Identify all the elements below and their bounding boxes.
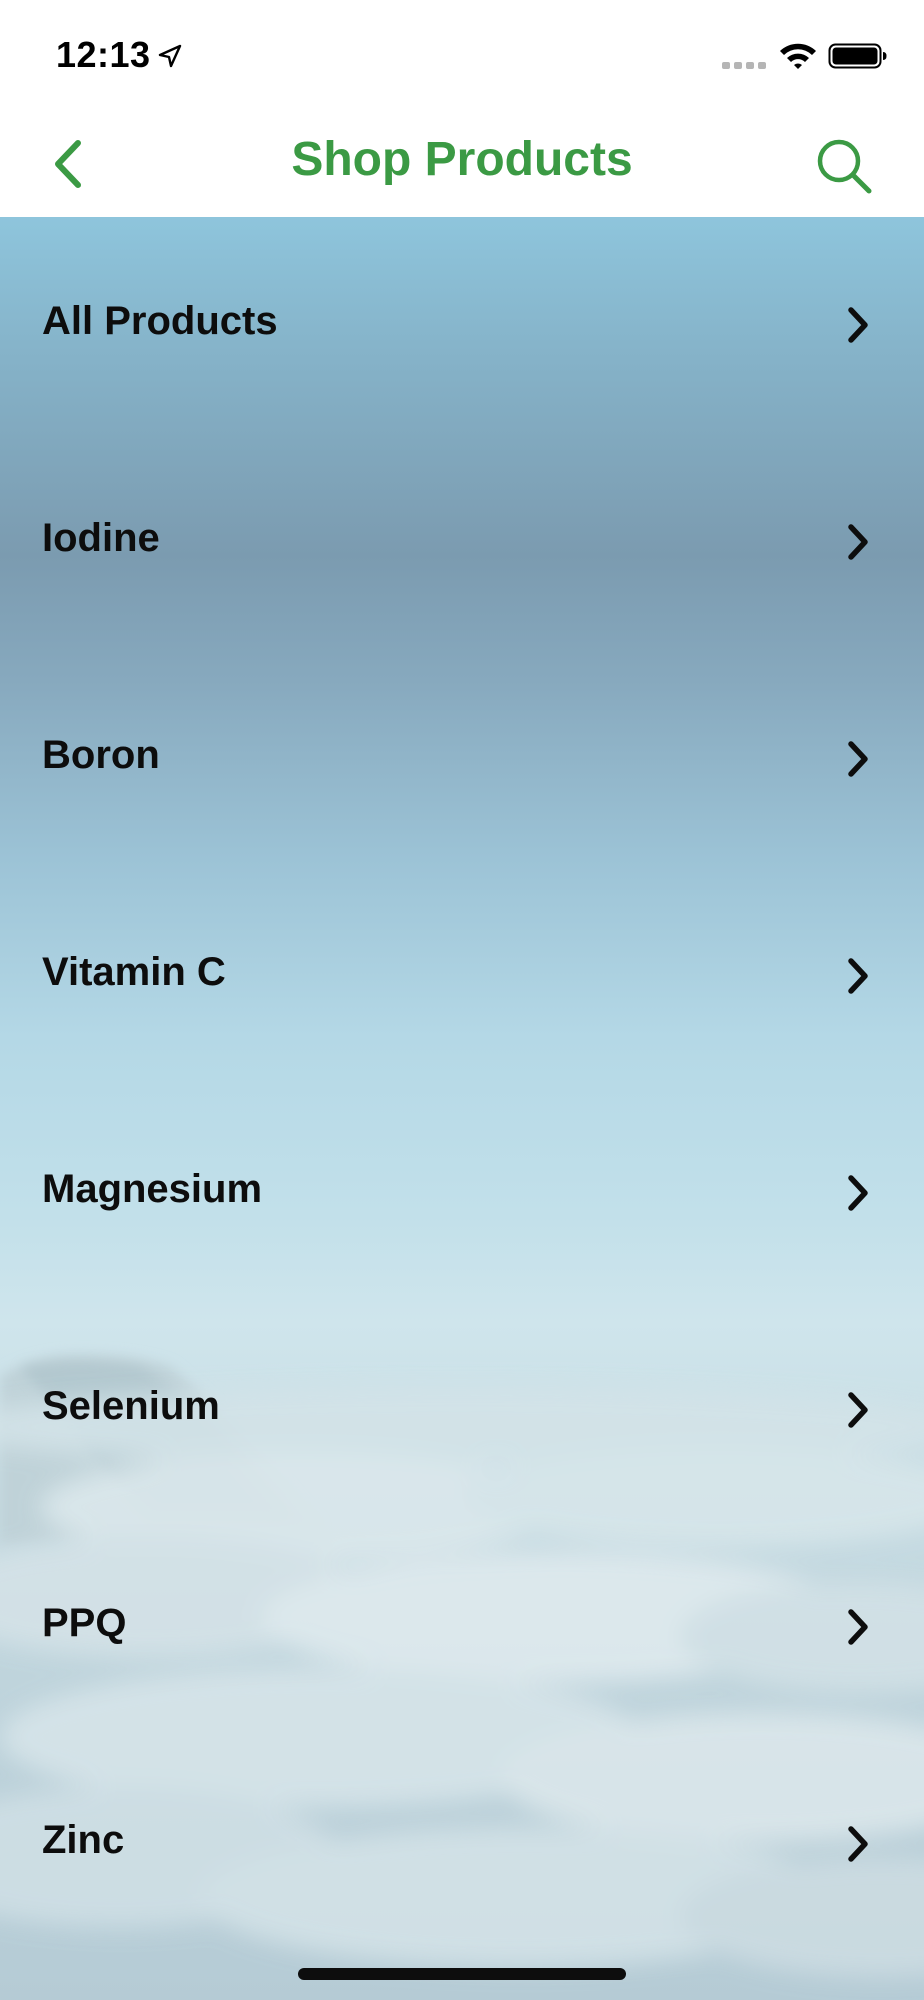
list-item-label: Vitamin C bbox=[42, 950, 226, 994]
status-time: 12:13 bbox=[56, 34, 151, 75]
list-item-label: Zinc bbox=[42, 1818, 125, 1862]
list-item-label: All Products bbox=[42, 299, 278, 343]
chevron-right-icon bbox=[848, 1609, 868, 1645]
list-item-label: Selenium bbox=[42, 1384, 220, 1428]
chevron-right-icon bbox=[848, 1826, 868, 1862]
chevron-right-icon bbox=[848, 1175, 868, 1211]
list-item-label: PPQ bbox=[42, 1601, 127, 1645]
cellular-signal-icon bbox=[722, 62, 766, 69]
nav-bar: Shop Products bbox=[0, 110, 924, 218]
chevron-right-icon bbox=[848, 524, 868, 560]
wifi-icon bbox=[780, 43, 816, 69]
chevron-right-icon bbox=[848, 307, 868, 343]
search-icon bbox=[817, 139, 872, 194]
battery-icon bbox=[828, 43, 887, 69]
list-item-all-products[interactable]: All Products bbox=[0, 217, 924, 434]
list-item-label: Iodine bbox=[42, 516, 160, 560]
list-item-selenium[interactable]: Selenium bbox=[0, 1302, 924, 1519]
page-title: Shop Products bbox=[291, 133, 633, 186]
list-item-iodine[interactable]: Iodine bbox=[0, 434, 924, 651]
home-indicator[interactable] bbox=[298, 1968, 626, 1980]
chevron-right-icon bbox=[848, 958, 868, 994]
list-item-boron[interactable]: Boron bbox=[0, 651, 924, 868]
list-item-zinc[interactable]: Zinc bbox=[0, 1736, 924, 1953]
list-item-vitamin-c[interactable]: Vitamin C bbox=[0, 868, 924, 1085]
list-item-label: Magnesium bbox=[42, 1167, 263, 1211]
chevron-right-icon bbox=[848, 1392, 868, 1428]
list-item-label: Boron bbox=[42, 733, 160, 777]
search-button[interactable] bbox=[812, 134, 876, 198]
chevron-right-icon bbox=[848, 741, 868, 777]
location-arrow-icon bbox=[158, 44, 182, 68]
product-list: All Products Iodine Boron Vitamin C Magn… bbox=[0, 217, 924, 1953]
list-item-ppq[interactable]: PPQ bbox=[0, 1519, 924, 1736]
status-bar: 12:13 bbox=[0, 0, 924, 110]
list-item-magnesium[interactable]: Magnesium bbox=[0, 1085, 924, 1302]
product-list-container[interactable]: All Products Iodine Boron Vitamin C Magn… bbox=[0, 217, 924, 2000]
